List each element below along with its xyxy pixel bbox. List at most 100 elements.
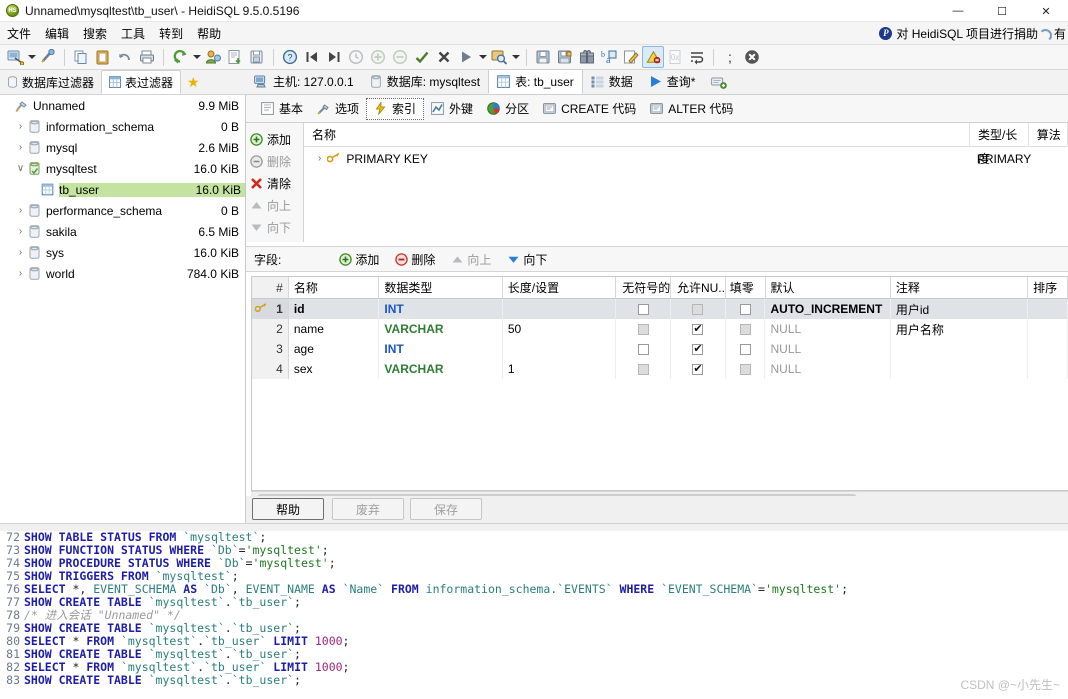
index-grid[interactable]: 名称 类型/长度 算法 › PRIMARY KEY PRIMARY — [304, 123, 1068, 242]
cell-default[interactable]: NULL — [765, 319, 891, 339]
database-tree[interactable]: Unnamed 9.9 MiB › information_schema 0 B… — [0, 95, 246, 523]
tab-data[interactable]: 数据 — [583, 69, 641, 94]
allow-null-checkbox[interactable] — [692, 362, 704, 376]
cell-datatype[interactable]: INT — [379, 299, 503, 319]
table-row[interactable]: 2 name VARCHAR 50 NULL 用户名称 — [252, 319, 1068, 339]
maximize-button[interactable]: ☐ — [980, 0, 1024, 22]
tree-node-mysqltest[interactable]: ∨ mysqltest 16.0 KiB — [0, 158, 245, 179]
cell-collation[interactable] — [1028, 359, 1068, 379]
format-sql-icon[interactable]: ba — [598, 46, 620, 68]
index-delete-button[interactable]: 删除 — [246, 150, 303, 172]
help-icon[interactable]: ? — [279, 46, 301, 68]
cell-length[interactable]: 50 — [503, 319, 617, 339]
cell-length[interactable] — [503, 339, 617, 359]
new-session-icon[interactable] — [37, 46, 59, 68]
cell-name[interactable]: name — [289, 319, 380, 339]
cell-comment[interactable] — [891, 339, 1029, 359]
cell-allow-null[interactable] — [671, 359, 726, 379]
cell-collation[interactable] — [1028, 299, 1068, 319]
menu-tools[interactable]: 工具 — [114, 22, 152, 45]
expander[interactable]: › — [13, 247, 28, 258]
col-default[interactable]: 默认 — [765, 277, 891, 299]
cell-collation[interactable] — [1028, 339, 1068, 359]
col-collation[interactable]: 排序 — [1028, 277, 1068, 299]
tree-node-unnamed[interactable]: Unnamed 9.9 MiB — [0, 95, 245, 116]
remove-circle-toolbar-icon[interactable] — [389, 46, 411, 68]
fields-grid[interactable]: # 名称 数据类型 长度/设置 无符号的 允许NU... 填零 默认 注释 排序… — [251, 276, 1068, 491]
word-wrap-icon[interactable] — [686, 46, 708, 68]
unsigned-checkbox[interactable] — [637, 303, 649, 315]
blank-doc-icon[interactable]: 0x — [664, 46, 686, 68]
subtab-basic[interactable]: 基本 — [254, 98, 310, 120]
menu-goto[interactable]: 转到 — [152, 22, 190, 45]
refresh-icon[interactable] — [169, 46, 191, 68]
col-comment[interactable]: 注释 — [890, 277, 1029, 299]
expander[interactable]: › — [13, 268, 28, 279]
tree-node-tb-user[interactable]: tb_user 16.0 KiB — [0, 179, 245, 200]
first-page-icon[interactable] — [301, 46, 323, 68]
table-row[interactable]: 4 sex VARCHAR 1 NULL — [252, 359, 1068, 379]
close-button[interactable]: ✕ — [1024, 0, 1068, 22]
zerofill-checkbox[interactable] — [739, 303, 751, 315]
expander[interactable]: ∨ — [13, 163, 28, 174]
index-col-name[interactable]: 名称 — [304, 123, 970, 147]
donate-link[interactable]: P 对 HeidiSQL 项目进行捐助 — [879, 22, 1038, 45]
col-allow-null[interactable]: 允许NU... — [670, 277, 726, 299]
cell-default[interactable]: NULL — [765, 339, 891, 359]
session-dropdown-icon[interactable] — [26, 46, 37, 68]
help-button[interactable]: 帮助 — [252, 498, 324, 520]
cell-comment[interactable]: 用户名称 — [891, 319, 1029, 339]
apply-checkmark-icon[interactable] — [411, 46, 433, 68]
cell-comment[interactable]: 用户id — [890, 299, 1029, 319]
expander[interactable]: › — [13, 205, 28, 216]
tree-node-sakila[interactable]: › sakila 6.5 MiB — [0, 221, 245, 242]
online-status[interactable]: 有 — [1037, 22, 1066, 45]
expander[interactable]: › — [13, 226, 28, 237]
allow-null-checkbox[interactable] — [692, 303, 704, 315]
execute-dropdown-icon[interactable] — [477, 46, 488, 68]
allow-null-checkbox[interactable] — [692, 322, 704, 336]
undo-icon[interactable] — [114, 46, 136, 68]
cell-zerofill[interactable] — [726, 359, 766, 379]
subtab-partitions[interactable]: 分区 — [480, 98, 536, 120]
cell-comment[interactable] — [891, 359, 1029, 379]
tab-table-filter[interactable]: 表过滤器 — [101, 70, 182, 94]
tree-node-information-schema[interactable]: › information_schema 0 B — [0, 116, 245, 137]
unsigned-checkbox[interactable] — [637, 363, 649, 375]
index-move-down-button[interactable]: 向下 — [246, 216, 303, 238]
index-col-algorithm[interactable]: 算法 — [1029, 123, 1068, 147]
cancel-x-icon[interactable] — [433, 46, 455, 68]
zerofill-checkbox[interactable] — [739, 343, 751, 355]
find-dropdown-icon[interactable] — [510, 46, 521, 68]
stop-warning-icon[interactable] — [642, 46, 664, 68]
subtab-foreign-keys[interactable]: 外键 — [424, 98, 480, 120]
last-page-icon[interactable] — [323, 46, 345, 68]
import-icon[interactable] — [246, 46, 268, 68]
cell-collation[interactable] — [1028, 319, 1068, 339]
tab-table[interactable]: 表: tb_user — [488, 69, 583, 94]
cell-name[interactable]: id — [288, 299, 380, 319]
cell-datatype[interactable]: VARCHAR — [379, 319, 503, 339]
cell-name[interactable]: sex — [289, 359, 380, 379]
cell-unsigned[interactable] — [616, 359, 671, 379]
tree-node-mysql[interactable]: › mysql 2.6 MiB — [0, 137, 245, 158]
user-manager-icon[interactable] — [202, 46, 224, 68]
cell-allow-null[interactable] — [670, 299, 726, 319]
table-row[interactable]: 3 age INT NULL — [252, 339, 1068, 359]
tree-node-performance-schema[interactable]: › performance_schema 0 B — [0, 200, 245, 221]
subtab-options[interactable]: 选项 — [310, 98, 366, 120]
col-length[interactable]: 长度/设置 — [502, 277, 617, 299]
discard-button[interactable]: 废弃 — [332, 498, 404, 520]
find-icon[interactable] — [488, 46, 510, 68]
index-move-up-button[interactable]: 向上 — [246, 194, 303, 216]
cell-allow-null[interactable] — [671, 339, 726, 359]
field-move-up-button[interactable]: 向上 — [445, 251, 497, 268]
tree-node-world[interactable]: › world 784.0 KiB — [0, 263, 245, 284]
refresh-dropdown-icon[interactable] — [191, 46, 202, 68]
close-tab-icon[interactable] — [741, 46, 763, 68]
cell-default[interactable]: NULL — [765, 359, 891, 379]
cell-datatype[interactable]: INT — [379, 339, 503, 359]
sql-log[interactable]: 72 SHOW TABLE STATUS FROM `mysqltest`; 73… — [0, 531, 1068, 699]
menu-help[interactable]: 帮助 — [190, 22, 228, 45]
add-circle-toolbar-icon[interactable] — [367, 46, 389, 68]
